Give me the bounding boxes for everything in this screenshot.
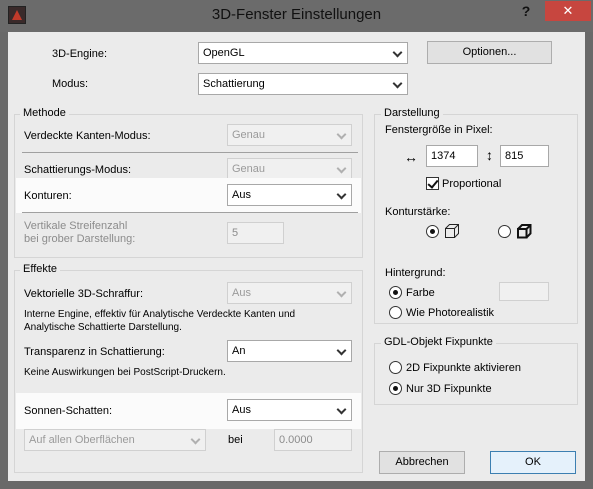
at-value-field[interactable]: 0.0000 (274, 429, 352, 451)
gdl-2d-label: 2D Fixpunkte aktivieren (406, 362, 521, 374)
transparency-select-value: An (232, 345, 246, 357)
cancel-button[interactable]: Abbrechen (379, 451, 465, 474)
bg-color-label: Farbe (406, 287, 435, 299)
bg-color-radio[interactable] (389, 286, 402, 299)
chevron-down-icon (336, 404, 347, 415)
bg-photo-label: Wie Photorealistik (406, 307, 495, 319)
background-label: Hintergrund: (385, 267, 446, 279)
surfaces-select-value: Auf allen Oberflächen (29, 434, 135, 446)
chevron-down-icon (392, 78, 403, 89)
gdl-3d-label: Nur 3D Fixpunkte (406, 383, 492, 395)
contour-strength-label: Konturstärke: (385, 206, 451, 218)
chevron-down-icon (336, 287, 347, 298)
transparency-label: Transparenz in Schattierung: (24, 346, 165, 358)
help-button[interactable]: ? (516, 3, 536, 21)
mode-select-value: Schattierung (203, 78, 265, 90)
gdl-2d-radio[interactable] (389, 361, 402, 374)
shading-mode-label: Schattierungs-Modus: (24, 164, 131, 176)
shading-mode-select-value: Genau (232, 163, 266, 175)
close-button[interactable]: ✕ (545, 1, 591, 21)
bg-color-swatch[interactable] (499, 282, 549, 301)
surfaces-select[interactable]: Auf allen Oberflächen (24, 429, 206, 451)
shading-mode-select[interactable]: Genau (227, 158, 352, 180)
dialog-window: 3D-Fenster Einstellungen ? ✕ 3D-Engine: … (0, 0, 593, 489)
contour-thick-radio[interactable] (498, 225, 511, 238)
hatching-select[interactable]: Aus (227, 282, 352, 304)
separator (22, 212, 358, 213)
hatching-label: Vektorielle 3D-Schraffur: (24, 288, 144, 300)
contours-label: Konturen: (24, 190, 72, 202)
hidden-edges-select[interactable]: Genau (227, 124, 352, 146)
gdl-3d-radio[interactable] (389, 382, 402, 395)
contour-thin-radio[interactable] (426, 225, 439, 238)
thick-cube-icon (517, 224, 532, 239)
height-arrow-icon: ↕ (486, 147, 493, 163)
options-button[interactable]: Optionen... (427, 41, 552, 64)
hidden-edges-label: Verdeckte Kanten-Modus: (24, 130, 151, 142)
width-field[interactable]: 1374 (426, 145, 478, 167)
title-bar[interactable]: 3D-Fenster Einstellungen ? ✕ (0, 0, 593, 32)
window-size-label: Fenstergröße in Pixel: (385, 124, 493, 136)
hatching-note-line1: Interne Engine, effektiv für Analytische… (24, 309, 296, 320)
gdl-group (374, 343, 578, 405)
sun-shadow-select-value: Aus (232, 404, 251, 416)
separator (22, 152, 358, 153)
contours-select[interactable]: Aus (227, 184, 352, 206)
transparency-note: Keine Auswirkungen bei PostScript-Drucke… (24, 367, 226, 378)
darstellung-group-title: Darstellung (381, 107, 443, 119)
chevron-down-icon (336, 345, 347, 356)
engine-select-value: OpenGL (203, 47, 245, 59)
chevron-down-icon (190, 434, 201, 445)
engine-label: 3D-Engine: (52, 48, 108, 60)
sun-shadow-label: Sonnen-Schatten: (24, 405, 113, 417)
dialog-body: 3D-Engine: OpenGL Optionen... Modus: Sch… (8, 32, 585, 481)
hatching-select-value: Aus (232, 287, 251, 299)
chevron-down-icon (336, 189, 347, 200)
transparency-select[interactable]: An (227, 340, 352, 362)
bg-photo-radio[interactable] (389, 306, 402, 319)
mode-select[interactable]: Schattierung (198, 73, 408, 95)
proportional-checkbox[interactable] (426, 177, 439, 190)
chevron-down-icon (392, 47, 403, 58)
contours-select-value: Aus (232, 189, 251, 201)
proportional-label: Proportional (442, 178, 502, 190)
effekte-group-title: Effekte (20, 263, 61, 275)
ok-button[interactable]: OK (490, 451, 576, 474)
chevron-down-icon (336, 163, 347, 174)
methode-group-title: Methode (20, 107, 69, 119)
height-field[interactable]: 815 (500, 145, 549, 167)
sun-shadow-select[interactable]: Aus (227, 399, 352, 421)
width-arrow-icon: ↔ (404, 149, 418, 165)
thin-cube-icon (445, 224, 459, 238)
stripes-label-line1: Vertikale Streifenzahl (24, 220, 128, 232)
stripes-count-field[interactable]: 5 (227, 222, 284, 244)
window-title: 3D-Fenster Einstellungen (211, 6, 382, 23)
hatching-note-line2: Analytische Schattierte Darstellung. (24, 322, 182, 333)
at-label: bei (228, 434, 243, 446)
mode-label: Modus: (52, 78, 89, 90)
engine-select[interactable]: OpenGL (198, 42, 408, 64)
hidden-edges-select-value: Genau (232, 129, 266, 141)
gdl-group-title: GDL-Objekt Fixpunkte (381, 336, 496, 348)
chevron-down-icon (336, 129, 347, 140)
stripes-label-line2: bei grober Darstellung: (24, 233, 136, 245)
